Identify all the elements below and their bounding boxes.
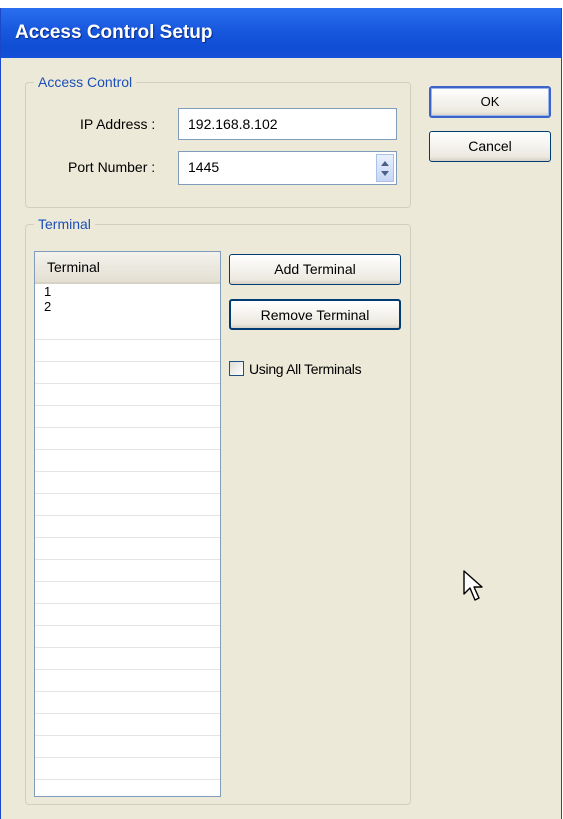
- list-gridlines: [35, 318, 220, 796]
- using-all-terminals-checkbox[interactable]: Using All Terminals: [229, 361, 409, 381]
- add-terminal-label: Add Terminal: [274, 261, 356, 277]
- dialog-window: Access Control Setup Access Control IP A…: [0, 8, 562, 819]
- terminal-column-label: Terminal: [47, 259, 100, 275]
- window-title: Access Control Setup: [15, 22, 213, 43]
- terminal-column-header[interactable]: Terminal: [35, 252, 220, 284]
- ip-address-label: IP Address :: [80, 116, 156, 132]
- ip-address-input[interactable]: 192.168.8.102: [178, 108, 397, 140]
- cancel-button-label: Cancel: [468, 138, 512, 154]
- ok-button[interactable]: OK: [429, 86, 551, 118]
- terminal-legend: Terminal: [34, 215, 95, 233]
- terminal-group: Terminal Terminal 1 2 Add Terminal Remov…: [25, 215, 411, 805]
- ok-button-label: OK: [480, 94, 500, 109]
- list-item[interactable]: 1: [35, 284, 220, 299]
- using-all-terminals-label: Using All Terminals: [249, 361, 362, 377]
- spin-down-arrow-icon[interactable]: [381, 171, 389, 176]
- access-control-group: Access Control IP Address : 192.168.8.10…: [25, 73, 411, 208]
- mouse-pointer-icon: [463, 570, 483, 601]
- port-number-label: Port Number :: [68, 159, 156, 175]
- title-bar[interactable]: Access Control Setup: [1, 8, 561, 58]
- terminal-rows: 1 2: [35, 284, 220, 314]
- remove-terminal-button[interactable]: Remove Terminal: [229, 299, 401, 330]
- access-control-legend: Access Control: [34, 73, 137, 91]
- port-number-value: 1445: [188, 159, 220, 175]
- add-terminal-button[interactable]: Add Terminal: [229, 254, 401, 285]
- spin-up-arrow-icon[interactable]: [381, 161, 389, 166]
- terminal-list[interactable]: Terminal 1 2: [34, 251, 221, 797]
- checkbox-box[interactable]: [229, 361, 244, 376]
- list-item[interactable]: 2: [35, 299, 220, 314]
- ip-address-value: 192.168.8.102: [188, 116, 278, 132]
- cancel-button[interactable]: Cancel: [429, 131, 551, 162]
- remove-terminal-label: Remove Terminal: [260, 307, 370, 323]
- port-number-stepper[interactable]: 1445: [178, 151, 397, 185]
- spin-arrows-icon[interactable]: [376, 154, 394, 182]
